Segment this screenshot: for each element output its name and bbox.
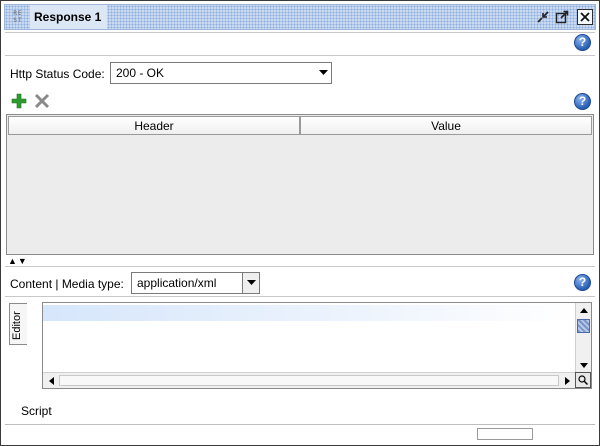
help-icon[interactable]: ?	[574, 34, 591, 51]
horizontal-scrollbar[interactable]	[43, 372, 575, 388]
column-header[interactable]: Header	[8, 116, 300, 135]
script-tab[interactable]: Script	[21, 404, 52, 418]
title-bar[interactable]: RE ST Response 1	[4, 4, 596, 30]
chevron-down-icon	[315, 63, 331, 83]
minimize-icon[interactable]	[535, 9, 551, 25]
rest-icon: RE ST	[13, 10, 23, 24]
divider	[5, 55, 595, 56]
status-code-label: Http Status Code:	[10, 67, 105, 81]
chevron-down-icon	[242, 273, 259, 293]
divider	[5, 424, 595, 425]
media-type-select[interactable]: application/xml	[131, 272, 260, 294]
scroll-down-icon[interactable]	[576, 358, 592, 373]
scrollbar-thumb[interactable]	[577, 319, 590, 333]
remove-icon[interactable]	[34, 93, 50, 109]
editor-tab[interactable]: Editor	[9, 303, 27, 345]
help-icon[interactable]: ?	[574, 93, 591, 110]
vertical-scrollbar[interactable]	[575, 303, 591, 373]
scroll-left-icon[interactable]	[43, 373, 59, 388]
status-code-select[interactable]: 200 - OK	[110, 62, 332, 84]
status-bar-field	[477, 428, 533, 440]
maximize-icon[interactable]	[554, 9, 570, 25]
scroll-right-icon[interactable]	[559, 373, 575, 388]
current-line-highlight	[43, 305, 575, 321]
status-code-value: 200 - OK	[116, 66, 165, 80]
divider	[5, 296, 595, 297]
media-type-value: application/xml	[137, 276, 217, 290]
window-title: Response 1	[30, 5, 108, 29]
divider	[5, 266, 595, 267]
headers-table[interactable]: Header Value	[6, 114, 594, 255]
splitter-arrows-icon[interactable]: ▲▼	[8, 257, 28, 266]
column-header[interactable]: Value	[300, 116, 592, 135]
content-editor[interactable]	[42, 302, 592, 389]
divider	[5, 32, 595, 33]
help-icon[interactable]: ?	[574, 274, 591, 291]
add-icon[interactable]	[11, 93, 27, 109]
scrollbar-thumb[interactable]	[59, 375, 559, 386]
media-type-label: Content | Media type:	[10, 277, 124, 291]
zoom-icon[interactable]	[575, 372, 591, 388]
scroll-up-icon[interactable]	[576, 303, 592, 318]
response-window: RE ST Response 1 ? Http Status Code: 200…	[0, 0, 600, 446]
editor-tab-label: Editor	[11, 311, 23, 340]
close-icon[interactable]	[577, 9, 593, 25]
